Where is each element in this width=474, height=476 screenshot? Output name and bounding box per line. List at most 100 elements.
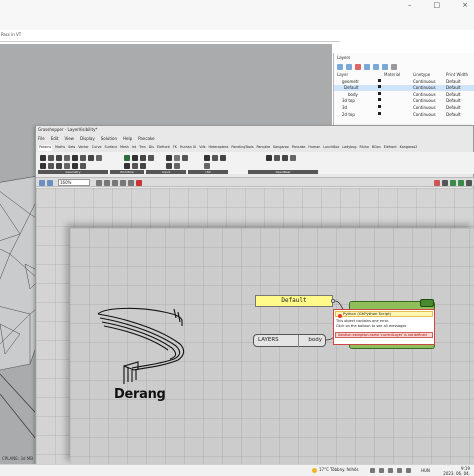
- zoom-extents-icon[interactable]: [112, 180, 118, 186]
- layer-color-swatch[interactable]: [378, 105, 381, 108]
- tab-rhino[interactable]: Rhino: [360, 145, 369, 151]
- text-param-icon[interactable]: [148, 155, 154, 161]
- tab-curve[interactable]: Curve: [92, 145, 102, 151]
- tab-vector[interactable]: Vector: [78, 145, 89, 151]
- column-material[interactable]: Material: [384, 72, 400, 77]
- column-print-width[interactable]: Print Width: [446, 72, 468, 77]
- domain-param-icon[interactable]: [132, 163, 138, 169]
- menu-file[interactable]: File: [38, 136, 45, 143]
- record-icon[interactable]: [128, 180, 134, 186]
- menu-view[interactable]: View: [64, 136, 74, 143]
- box-param-icon[interactable]: [72, 163, 78, 169]
- preview-mesh-icon[interactable]: [458, 180, 464, 186]
- sketch-tool-icon[interactable]: [96, 180, 102, 186]
- command-line[interactable]: Pass in VT: [0, 30, 340, 42]
- menu-display[interactable]: Display: [80, 136, 95, 143]
- menu-edit[interactable]: Edit: [51, 136, 59, 143]
- column-layer[interactable]: Layer: [337, 72, 348, 77]
- battery-icon[interactable]: [406, 468, 411, 473]
- language-indicator[interactable]: HUN: [421, 468, 430, 473]
- tab-heteroptera[interactable]: Heteroptera: [209, 145, 229, 151]
- delete-layer-icon[interactable]: [355, 64, 361, 70]
- maximize-button[interactable]: □: [434, 1, 441, 9]
- layer-row[interactable]: 2d top Continuous Default: [334, 112, 474, 118]
- tab-maths[interactable]: Maths: [55, 145, 65, 151]
- menu-solution[interactable]: Solution: [101, 136, 117, 143]
- open-file-icon[interactable]: [39, 180, 45, 186]
- value-list-icon[interactable]: [174, 163, 180, 169]
- new-sublayer-icon[interactable]: [346, 64, 352, 70]
- minimize-button[interactable]: –: [408, 1, 412, 9]
- tab-elefront[interactable]: Elefront: [157, 145, 170, 151]
- point-param-icon[interactable]: [48, 155, 54, 161]
- colour-param-icon[interactable]: [124, 163, 130, 169]
- brep-param-icon[interactable]: [80, 155, 86, 161]
- tab-bgon[interactable]: BGon: [372, 145, 381, 151]
- save-file-icon[interactable]: [47, 180, 53, 186]
- tab-kangaroo[interactable]: Kangaroo: [273, 145, 289, 151]
- cluster-icon[interactable]: [204, 155, 210, 161]
- menu-help[interactable]: Help: [123, 136, 132, 143]
- scribble-icon[interactable]: [204, 163, 210, 169]
- tab-human-ui[interactable]: Human UI: [180, 145, 196, 151]
- layer-row[interactable]: 3d top Continuous Default: [334, 98, 474, 104]
- button-object-icon[interactable]: [182, 155, 188, 161]
- tab-elefront-2[interactable]: Elefront: [384, 145, 397, 151]
- error-balloon[interactable]: Python (GhPython Script) This object con…: [333, 309, 435, 345]
- preview-selected-icon[interactable]: [450, 180, 456, 186]
- pen-tool-icon[interactable]: [104, 180, 110, 186]
- group-param-icon[interactable]: [96, 155, 102, 161]
- chevron-up-icon[interactable]: [370, 468, 375, 473]
- column-linetype[interactable]: Linetype: [413, 72, 430, 77]
- bake-icon[interactable]: [136, 180, 142, 186]
- toggle-icon[interactable]: [174, 155, 180, 161]
- preview-shaded-icon[interactable]: [442, 180, 448, 186]
- slider-icon[interactable]: [166, 155, 172, 161]
- arc-param-icon[interactable]: [80, 163, 86, 169]
- boolean-param-icon[interactable]: [124, 155, 130, 161]
- tab-panelingtools[interactable]: PanelingTools: [231, 145, 253, 151]
- cloud-icon[interactable]: [379, 468, 384, 473]
- geometry-param-icon[interactable]: [40, 155, 46, 161]
- mesh-param-icon[interactable]: [72, 155, 78, 161]
- tab-ladybug[interactable]: Ladybug: [342, 145, 356, 151]
- tab-int[interactable]: Int: [132, 145, 136, 151]
- curve-param-icon[interactable]: [56, 155, 62, 161]
- opennest-icon[interactable]: [266, 155, 272, 161]
- network-icon[interactable]: [388, 468, 393, 473]
- data-dam-icon[interactable]: [220, 155, 226, 161]
- matrix-param-icon[interactable]: [140, 163, 146, 169]
- tab-lunchbox[interactable]: LunchBox: [323, 145, 339, 151]
- volume-icon[interactable]: [397, 468, 402, 473]
- tab-sets[interactable]: Sets: [68, 145, 75, 151]
- layer-color-swatch[interactable]: [378, 98, 381, 101]
- number-param-icon[interactable]: [132, 155, 138, 161]
- document-preview-icon[interactable]: [466, 180, 472, 186]
- tab-dis[interactable]: Dis: [149, 145, 154, 151]
- panel-object-icon[interactable]: [166, 163, 172, 169]
- tab-pancake-2[interactable]: Pancake: [292, 145, 306, 151]
- layer-color-swatch[interactable]: [378, 79, 381, 82]
- layer-row[interactable]: 3d Continuous Default: [334, 105, 474, 111]
- opennest-sheet-icon[interactable]: [274, 155, 280, 161]
- layer-row-selected[interactable]: Default Continuous Default: [334, 85, 474, 91]
- tab-vdk[interactable]: Vdk: [199, 145, 205, 151]
- named-views-icon[interactable]: [120, 180, 126, 186]
- tab-trns[interactable]: Trns: [139, 145, 146, 151]
- weather-sun-icon[interactable]: [312, 468, 317, 473]
- new-layer-icon[interactable]: [337, 64, 343, 70]
- integer-param-icon[interactable]: [140, 155, 146, 161]
- relay-icon[interactable]: [212, 155, 218, 161]
- tab-pancake[interactable]: Pancake: [257, 145, 271, 151]
- tab-fk[interactable]: FK: [173, 145, 177, 151]
- move-down-icon[interactable]: [373, 64, 379, 70]
- settings-icon[interactable]: [391, 64, 397, 70]
- tab-surface[interactable]: Surface: [105, 145, 118, 151]
- surface-param-icon[interactable]: [64, 155, 70, 161]
- line-param-icon[interactable]: [56, 163, 62, 169]
- clock[interactable]: 9:19 2023. 06. 04.: [440, 466, 470, 476]
- grasshopper-canvas[interactable]: Derang Default LAYERS body Python (GhPyt…: [36, 188, 474, 465]
- tab-kangaroo2[interactable]: Kangaroo2: [400, 145, 418, 151]
- filter-icon[interactable]: [382, 64, 388, 70]
- tab-human[interactable]: Human: [308, 145, 320, 151]
